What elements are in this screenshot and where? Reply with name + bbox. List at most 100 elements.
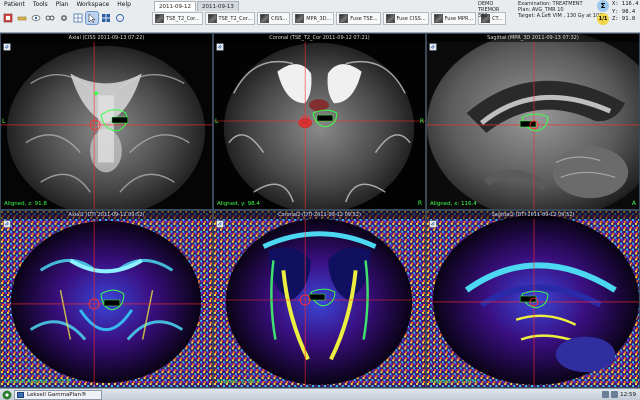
viewport-coronal[interactable]: Coronal (TSE_T2_Cor 2011-09-12 07:21) L …	[213, 33, 426, 210]
series-thumbnail	[295, 14, 305, 23]
coordinate-readout: X: 116.4 Y: 98.4 Z: 91.8	[612, 0, 640, 30]
taskbar: Leksell GammaPlan® 12:59	[0, 388, 640, 400]
link-icon[interactable]	[429, 43, 437, 51]
viewport-title: Sagittal2 (DTI 2011-09-12 09:52)	[427, 211, 639, 219]
viewport-title: Coronal2 (DTI 2011-09-12 09:52)	[214, 211, 425, 219]
date-tabs: 2011-09-12 2011-09-13	[154, 1, 239, 11]
viewport-title: Sagittal (MPR_3D 2011-09-13 07:32)	[427, 34, 639, 42]
series-item[interactable]: Fuse CISS...	[382, 12, 429, 25]
patient-info: DEMO TREMOR 333	[478, 0, 518, 30]
sagittal-mpr-image	[427, 34, 639, 209]
date-tab-2011-09-13[interactable]: 2011-09-13	[196, 1, 239, 11]
viewport-coronal-dti[interactable]: Coronal2 (DTI 2011-09-12 09:52) Aligned,…	[213, 210, 426, 388]
clock: 12:59	[620, 392, 636, 398]
fraction-badge[interactable]: 1/1	[597, 13, 609, 25]
date-tab-2011-09-12[interactable]: 2011-09-12	[154, 1, 196, 11]
series-thumbnail	[339, 14, 349, 23]
series-thumbnail	[155, 14, 164, 23]
patient-id: 333	[478, 13, 488, 20]
link-icon[interactable]	[216, 43, 224, 51]
orientation-label: A	[631, 200, 636, 207]
status-icons: Σ 1/1	[596, 0, 610, 30]
start-icon[interactable]	[2, 390, 12, 400]
series-item[interactable]: CISS...	[257, 12, 291, 25]
series-label: Fuse CISS...	[396, 15, 426, 22]
goggles-button[interactable]	[44, 12, 56, 24]
orientation-label: R	[417, 378, 422, 385]
dicom-button[interactable]	[2, 12, 14, 24]
viewport-sagittal[interactable]: Sagittal (MPR_3D 2011-09-13 07:32) Align…	[426, 33, 640, 210]
series-label: TSE_T2_Cor...	[166, 15, 200, 22]
left-orientation-label: L	[215, 118, 219, 125]
viewport-axial[interactable]: Axial (CISS 2011-09-13 07:22) L Aligned,…	[0, 33, 213, 210]
series-item[interactable]: Fuse MPR...	[430, 12, 477, 25]
link-icon[interactable]	[216, 220, 224, 228]
viewport-sagittal-dti[interactable]: Sagittal2 (DTI 2011-09-12 09:52) Aligned…	[426, 210, 640, 388]
viewport-title: Axial2 (DTI 2011-09-12 09:52)	[1, 211, 212, 219]
gammaplan-window: Patient Tools Plan Workspace Help 2011-0…	[0, 0, 640, 400]
series-item[interactable]: TSE_T2_Cor...	[204, 12, 256, 25]
link-icon[interactable]	[3, 43, 11, 51]
taskbar-app-label: Leksell GammaPlan®	[27, 392, 87, 398]
series-label: Fuse MPR...	[444, 15, 474, 22]
image-viewer: Axial (CISS 2011-09-13 07:22) L Aligned,…	[0, 33, 640, 388]
aligned-label: Aligned, x: 116.4	[430, 201, 477, 207]
eye-button[interactable]	[30, 12, 42, 24]
series-label: Fuse TSE...	[350, 15, 378, 22]
series-item[interactable]: Fuse TSE...	[336, 12, 381, 25]
viewport-axial-dti[interactable]: Axial2 (DTI 2011-09-12 09:52) Coronal Al…	[0, 210, 213, 388]
series-item[interactable]: MPR_3D...	[292, 12, 335, 25]
axial-dti-image	[1, 211, 212, 387]
layout-button[interactable]	[72, 12, 84, 24]
series-item[interactable]: TSE_T2_Cor...	[152, 12, 203, 25]
tray-network-icon[interactable]	[602, 391, 609, 398]
coord-z: Z: 91.8	[612, 16, 636, 22]
menu-plan[interactable]: Plan	[56, 0, 69, 10]
circle-button[interactable]	[114, 12, 126, 24]
link-icon[interactable]	[3, 220, 11, 228]
ruler-button[interactable]	[16, 12, 28, 24]
app-icon	[17, 392, 24, 398]
series-bar: TSE_T2_Cor... TSE_T2_Cor... CISS... MPR_…	[152, 11, 506, 26]
grid-button[interactable]	[100, 12, 112, 24]
series-thumbnail	[207, 14, 217, 23]
dicom-icon	[3, 13, 13, 23]
circle-icon	[116, 14, 124, 22]
coord-y: Y: 98.4	[612, 8, 636, 15]
grid-icon	[102, 14, 110, 22]
menu-patient[interactable]: Patient	[4, 0, 25, 10]
coronal-tse-image	[214, 34, 425, 209]
axial-ciss-image	[1, 34, 212, 209]
sigma-icon[interactable]: Σ	[597, 0, 609, 12]
aligned-label: Aligned, y: 98.4	[217, 379, 260, 385]
menu-help[interactable]: Help	[117, 0, 131, 10]
orientation-label: R	[417, 200, 422, 207]
tray-volume-icon[interactable]	[611, 391, 618, 398]
ruler-icon	[17, 16, 27, 21]
aligned-label: Aligned, z: 91.8	[4, 201, 47, 207]
coronal-dti-image	[214, 211, 425, 387]
eye-icon	[31, 15, 41, 21]
aligned-label: Aligned, x: 116.4	[430, 379, 477, 385]
exam-target: Target: A.Left VIM , 130 Gy at 100%	[518, 13, 604, 20]
menu-workspace[interactable]: Workspace	[76, 0, 109, 10]
sagittal-dti-image	[427, 211, 639, 387]
menu-bar: Patient Tools Plan Workspace Help	[0, 0, 152, 10]
top-chrome: Patient Tools Plan Workspace Help 2011-0…	[0, 0, 640, 33]
orientation-label: A	[631, 378, 636, 385]
cursor-button[interactable]	[85, 11, 99, 25]
left-orientation-label: L	[2, 118, 6, 125]
menu-tools[interactable]: Tools	[33, 0, 48, 10]
right-orientation-label: R	[419, 118, 424, 125]
taskbar-app-button[interactable]: Leksell GammaPlan®	[14, 390, 102, 400]
series-label: TSE_T2_Cor...	[218, 15, 253, 22]
system-tray	[602, 391, 618, 398]
aligned-label: Coronal Aligned, z: 91.8	[4, 379, 70, 385]
gear-button[interactable]	[58, 12, 70, 24]
goggles-icon	[45, 15, 55, 21]
toolbar	[2, 11, 152, 25]
series-thumbnail	[433, 14, 443, 23]
coord-x: X: 116.4	[612, 1, 639, 7]
link-icon[interactable]	[429, 220, 437, 228]
cursor-icon	[88, 13, 96, 23]
